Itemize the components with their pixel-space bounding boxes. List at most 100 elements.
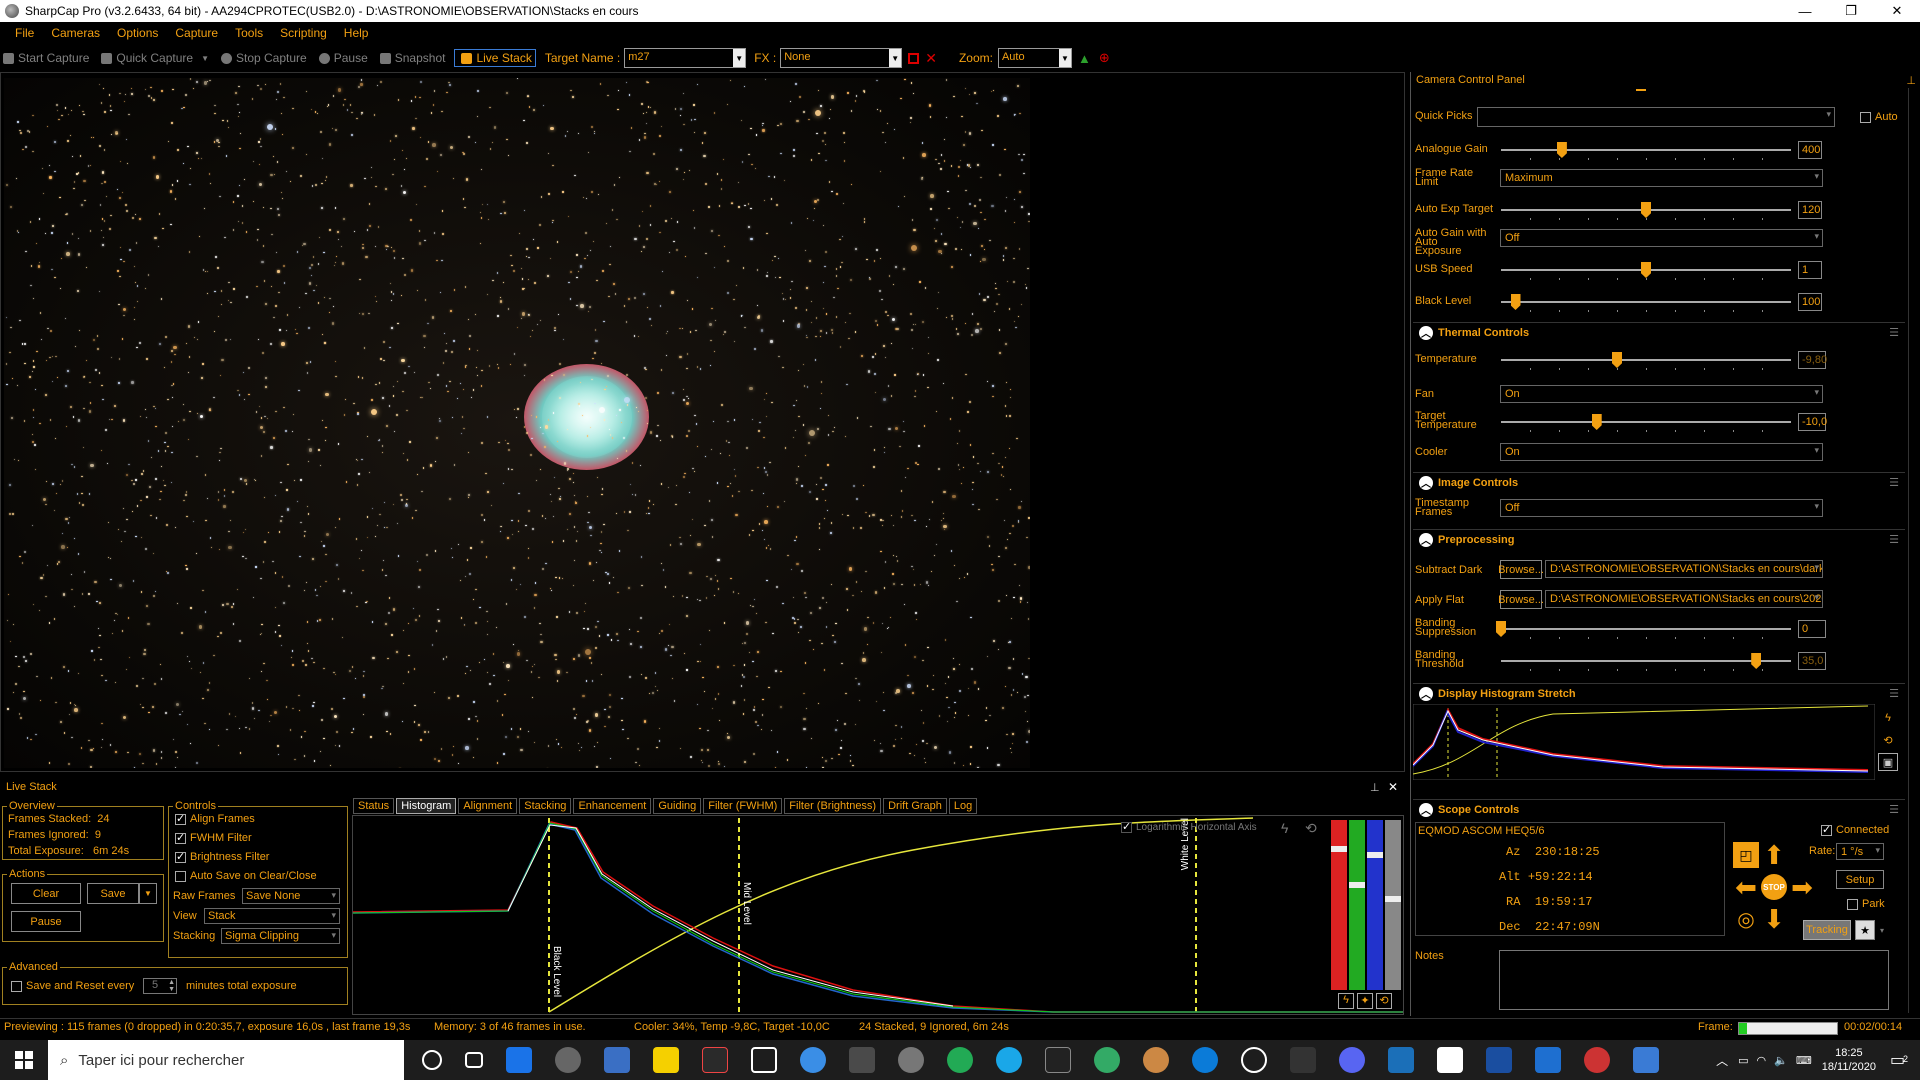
menu-tools[interactable]: Tools	[228, 26, 273, 40]
auto-stretch-icon[interactable]: ϟ	[1281, 820, 1288, 836]
photos-icon[interactable]	[604, 1047, 630, 1073]
banding-supp-slider[interactable]	[1501, 628, 1791, 630]
logarithmic-check[interactable]	[1121, 820, 1132, 833]
tab-log[interactable]: Log	[948, 798, 978, 814]
goto-icon[interactable]: ◰	[1733, 842, 1759, 868]
tray-chevron-icon[interactable]: ︿	[1716, 1052, 1728, 1069]
rate-select[interactable]: 1 °/s ▾	[1836, 843, 1884, 860]
brightness-filter-check[interactable]	[175, 850, 186, 863]
fwhm-filter-check[interactable]	[175, 831, 186, 844]
quick-capture-button[interactable]: Quick Capture ▼	[98, 51, 209, 65]
star-app-icon[interactable]	[1535, 1047, 1561, 1073]
menu-options[interactable]: Options	[110, 26, 168, 40]
histogram-stretch-header[interactable]: ︿ Display Histogram Stretch ☰	[1413, 683, 1905, 703]
star-level-icon[interactable]: ✦	[1357, 993, 1373, 1009]
menu-icon[interactable]: ☰	[1889, 476, 1899, 489]
reset-level-icon[interactable]: ⟲	[1376, 993, 1392, 1009]
save-reset-minutes-stepper[interactable]: 5 ▲ ▼	[143, 978, 177, 994]
align-frames-check[interactable]	[175, 812, 186, 825]
east-arrow-button[interactable]: ➡	[1789, 872, 1815, 902]
auto-checkbox[interactable]: Auto	[1860, 111, 1898, 123]
pause-button[interactable]: Pause	[316, 51, 368, 65]
auto-level-icon[interactable]: ϟ	[1338, 993, 1354, 1009]
blue-level-slider[interactable]	[1367, 820, 1383, 990]
menu-icon[interactable]: ☰	[1889, 803, 1899, 816]
save-reset-checkbox[interactable]: Save and Reset every	[11, 980, 134, 992]
menu-icon[interactable]: ☰	[1889, 687, 1899, 700]
pause-stack-button[interactable]: Pause	[11, 911, 81, 932]
keyboard-icon[interactable]: ⌨	[1796, 1054, 1812, 1067]
pin-icon[interactable]: ⊥	[1370, 781, 1380, 794]
align-frames-checkbox[interactable]: Align Frames	[175, 812, 255, 825]
green-level-thumb[interactable]	[1349, 882, 1365, 888]
edge-icon[interactable]	[1192, 1047, 1218, 1073]
panel-scrollbar[interactable]	[1908, 88, 1916, 1013]
collapse-icon[interactable]: ︿	[1419, 532, 1433, 547]
quick-picks-select[interactable]: ▾	[1477, 107, 1835, 127]
preprocessing-header[interactable]: ︿ Preprocessing ☰	[1413, 529, 1905, 549]
battery-icon[interactable]: ▭	[1738, 1054, 1748, 1067]
stacking-select[interactable]: Sigma Clipping ▾	[221, 928, 340, 944]
swirl-app-icon[interactable]	[1241, 1047, 1267, 1073]
park-checkbox[interactable]: Park	[1847, 898, 1885, 910]
image-controls-header[interactable]: ︿ Image Controls ☰	[1413, 472, 1905, 492]
pen-app-icon[interactable]	[849, 1047, 875, 1073]
chevron-down-icon[interactable]: ▼	[1058, 49, 1071, 67]
connected-check[interactable]	[1821, 823, 1832, 836]
target-temp-thumb[interactable]	[1591, 414, 1602, 430]
tab-status[interactable]: Status	[353, 798, 395, 814]
collapse-icon[interactable]: ︿	[1419, 325, 1433, 340]
live-image[interactable]	[4, 78, 1030, 768]
reset-icon[interactable]: ⟲	[1305, 820, 1317, 837]
discord-icon[interactable]	[1339, 1047, 1365, 1073]
banding-thresh-thumb[interactable]	[1751, 653, 1762, 669]
brightness-filter-checkbox[interactable]: Brightness Filter	[175, 850, 269, 863]
banding-thresh-value[interactable]: 35,0	[1798, 652, 1826, 670]
red-level-thumb[interactable]	[1331, 846, 1347, 852]
banding-supp-thumb[interactable]	[1496, 621, 1506, 637]
save-reset-check[interactable]	[11, 980, 22, 992]
banding-supp-value[interactable]: 0	[1798, 620, 1826, 638]
pin-icon[interactable]: ⊥	[1906, 74, 1916, 87]
usb-speed-value[interactable]: 1	[1798, 261, 1822, 279]
chevron-down-icon[interactable]: ▼	[889, 49, 902, 67]
chevron-down-icon[interactable]: ▼	[733, 49, 746, 67]
cross-icon[interactable]: ✕	[925, 50, 937, 67]
menu-file[interactable]: File	[8, 26, 44, 40]
raw-frames-select[interactable]: Save None ▾	[242, 888, 340, 904]
tab-histogram[interactable]: Histogram	[396, 798, 457, 814]
black-level-slider[interactable]	[1501, 301, 1791, 303]
analogue-gain-thumb[interactable]	[1556, 142, 1567, 158]
chevron-down-icon[interactable]: ▼	[201, 54, 209, 63]
sharpcap-taskbar-icon[interactable]	[898, 1047, 924, 1073]
auto-exp-thumb[interactable]	[1641, 202, 1651, 218]
subtract-dark-browse-button[interactable]: Browse...	[1498, 560, 1544, 579]
home-target-icon[interactable]: ◎	[1733, 906, 1759, 932]
clock[interactable]: 18:25 18/11/2020	[1822, 1046, 1876, 1074]
stellarium-icon[interactable]	[996, 1047, 1022, 1073]
banding-thresh-slider[interactable]	[1501, 660, 1791, 662]
menu-icon[interactable]: ☰	[1889, 326, 1899, 339]
auto-stretch-icon[interactable]: ϟ	[1878, 709, 1898, 727]
start-capture-button[interactable]: Start Capture	[0, 51, 89, 65]
zoom-search-icon[interactable]: ⊕	[1099, 50, 1110, 66]
menu-icon[interactable]: ☰	[1889, 533, 1899, 546]
snip-icon[interactable]	[751, 1047, 777, 1073]
tab-filter-fwhm[interactable]: Filter (FWHM)	[703, 798, 783, 814]
collapse-icon[interactable]: ︿	[1419, 475, 1433, 490]
target-name-input[interactable]: m27 ▼	[624, 48, 747, 68]
app-globe-icon[interactable]	[800, 1047, 826, 1073]
luminance-level-slider[interactable]	[1385, 820, 1401, 990]
scope-controls-header[interactable]: ︿ Scope Controls ☰	[1413, 799, 1905, 819]
wifi-icon[interactable]: ◠	[1757, 1054, 1767, 1067]
logarithmic-checkbox[interactable]: Logarithmic Horizontal Axis	[1121, 820, 1257, 833]
analogue-gain-slider[interactable]	[1501, 149, 1791, 151]
settings-icon[interactable]	[555, 1047, 581, 1073]
auto-save-checkbox[interactable]: Auto Save on Clear/Close	[175, 870, 317, 882]
cooler-select[interactable]: On ▾	[1500, 443, 1823, 461]
taskbar-search-box[interactable]: ⌕ Taper ici pour rechercher	[48, 1040, 404, 1080]
notifications-button[interactable]: ▭ 2	[1890, 1050, 1920, 1070]
connected-checkbox[interactable]: Connected	[1821, 823, 1889, 836]
target-temp-slider[interactable]	[1501, 421, 1791, 423]
snapshot-button[interactable]: Snapshot	[377, 51, 445, 65]
